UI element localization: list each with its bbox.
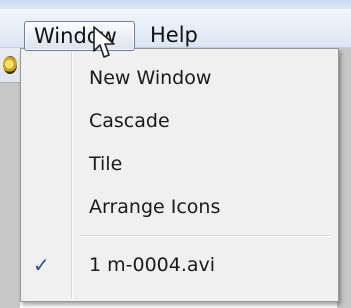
menu-item-arrange-icons[interactable]: Arrange Icons xyxy=(22,188,337,226)
menu-item-new-window[interactable]: New Window xyxy=(22,59,337,97)
window-menu-dropdown: New Window Cascade Tile Arrange Icons ✓ … xyxy=(20,48,339,302)
background-app-area-left xyxy=(0,48,20,308)
toolbar-edge xyxy=(0,48,20,83)
menu-item-label: 1 m-0004.avi xyxy=(89,254,216,276)
window-top-strip xyxy=(0,0,351,9)
menu-help[interactable]: Help xyxy=(150,21,220,51)
menu-item-recent-file[interactable]: ✓ 1 m-0004.avi xyxy=(22,246,337,284)
check-area: ✓ xyxy=(25,250,55,280)
app-icon xyxy=(3,56,17,74)
menu-separator xyxy=(79,235,331,236)
menu-item-tile[interactable]: Tile xyxy=(22,145,337,183)
checkmark-icon: ✓ xyxy=(33,253,50,277)
menu-item-label: Tile xyxy=(89,153,123,175)
screen: Window Help New Window Cascade Tile Arra… xyxy=(0,0,351,308)
menu-item-label: Cascade xyxy=(89,110,170,132)
menu-window[interactable]: Window xyxy=(24,21,135,51)
menu-item-cascade[interactable]: Cascade xyxy=(22,102,337,140)
menu-item-label: Arrange Icons xyxy=(89,196,221,218)
menu-item-label: New Window xyxy=(89,67,212,89)
menu-bar: Window Help xyxy=(0,9,351,51)
background-app-area-right xyxy=(337,48,351,308)
